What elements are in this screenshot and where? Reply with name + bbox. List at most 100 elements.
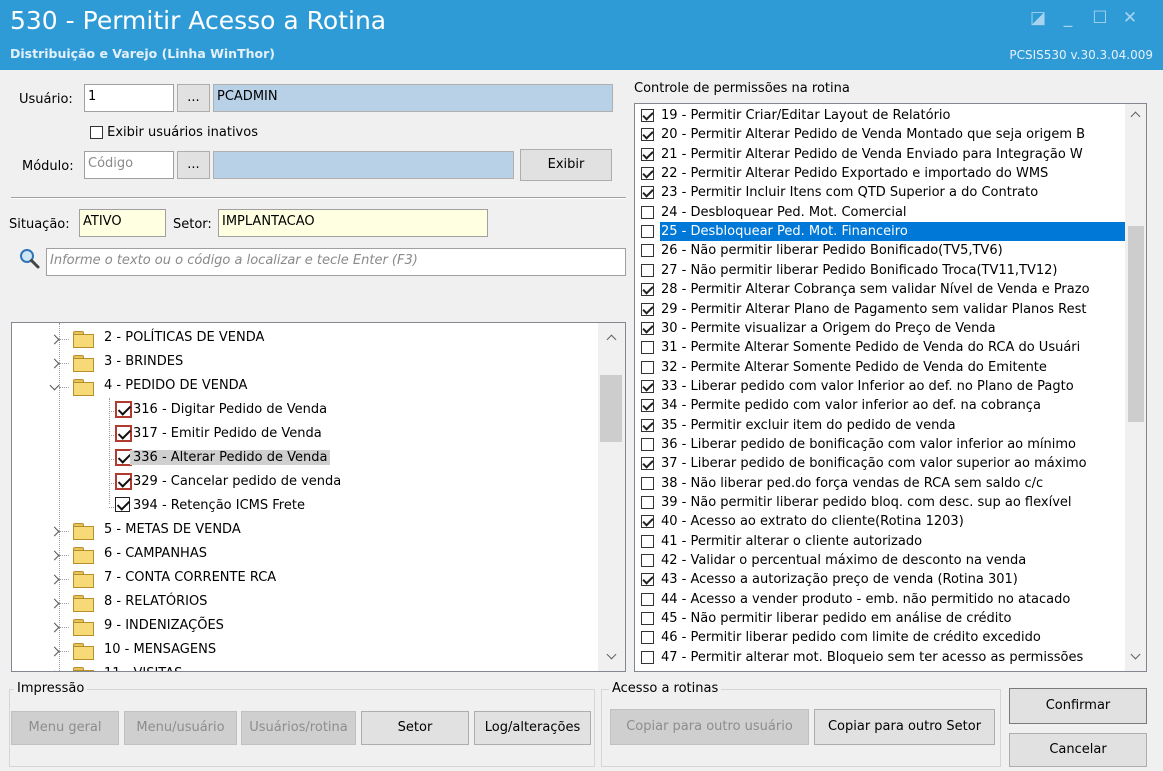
user-lookup-button[interactable]: ...	[177, 84, 210, 112]
chevron-down-icon[interactable]	[49, 382, 61, 394]
permission-checkbox[interactable]	[641, 496, 654, 509]
scroll-down-icon[interactable]	[603, 649, 620, 666]
permission-checkbox[interactable]	[641, 399, 654, 413]
permission-checkbox[interactable]	[641, 128, 654, 142]
tree-scrollbar[interactable]	[598, 323, 625, 671]
log-alteracoes-button[interactable]: Log/alterações	[474, 711, 591, 745]
permission-item[interactable]: 45 - Não permitir liberar pedido em anál…	[635, 609, 1125, 628]
permission-item[interactable]: 38 - Não liberar ped.do força vendas de …	[635, 474, 1125, 493]
tree-item[interactable]: 5 - METAS DE VENDA	[12, 519, 602, 543]
permission-item[interactable]: 44 - Acesso a vender produto - emb. não …	[635, 590, 1125, 609]
tree-item[interactable]: 336 - Alterar Pedido de Venda	[12, 447, 602, 471]
permission-item[interactable]: 22 - Permitir Alterar Pedido Exportado e…	[635, 164, 1125, 183]
permission-item[interactable]: 27 - Não permitir liberar Pedido Bonific…	[635, 261, 1125, 280]
show-module-button[interactable]: Exibir	[520, 149, 612, 181]
permission-checkbox[interactable]	[641, 515, 654, 529]
setor-button[interactable]: Setor	[361, 711, 469, 745]
tree-item[interactable]: 394 - Retenção ICMS Frete	[12, 495, 602, 519]
permission-item[interactable]: 43 - Acesso a autorização preço de venda…	[635, 570, 1125, 589]
checkbox-icon[interactable]	[115, 425, 132, 442]
user-code-input[interactable]: 1	[84, 84, 174, 112]
tree-item[interactable]: 316 - Digitar Pedido de Venda	[12, 399, 602, 423]
tree-item[interactable]: 2 - POLÍTICAS DE VENDA	[12, 327, 602, 351]
search-icon[interactable]	[19, 248, 41, 270]
scroll-thumb[interactable]	[1128, 226, 1144, 422]
show-inactive-toggle[interactable]: Exibir usuários inativos	[90, 125, 258, 140]
permission-checkbox[interactable]	[641, 379, 654, 393]
permission-checkbox[interactable]	[641, 263, 654, 277]
permission-item[interactable]: 35 - Permitir excluir item do pedido de …	[635, 416, 1125, 435]
copiar-usuario-button[interactable]: Copiar para outro usuário	[610, 709, 809, 745]
chevron-right-icon[interactable]	[49, 550, 61, 562]
tree-item[interactable]: 4 - PEDIDO DE VENDA	[12, 375, 602, 399]
permission-checkbox[interactable]	[641, 186, 654, 200]
checkbox-icon[interactable]	[115, 497, 130, 512]
permission-checkbox[interactable]	[641, 225, 654, 239]
permission-item[interactable]: 23 - Permitir Incluir Itens com QTD Supe…	[635, 183, 1125, 202]
permission-item[interactable]: 25 - Desbloquear Ped. Mot. Financeiro	[635, 222, 1125, 242]
permissions-scrollbar[interactable]	[1125, 104, 1146, 671]
checkbox-icon[interactable]	[115, 401, 132, 418]
permission-item[interactable]: 20 - Permitir Alterar Pedido de Venda Mo…	[635, 125, 1125, 144]
permission-item[interactable]: 39 - Não permitir liberar pedido bloq. c…	[635, 493, 1125, 512]
permission-checkbox[interactable]	[641, 205, 654, 219]
permission-checkbox[interactable]	[641, 341, 654, 355]
search-input[interactable]: Informe o texto ou o código a localizar …	[46, 248, 626, 276]
permission-checkbox[interactable]	[641, 302, 654, 316]
permission-checkbox[interactable]	[641, 360, 654, 374]
cancelar-button[interactable]: Cancelar	[1009, 733, 1147, 767]
permission-checkbox[interactable]	[641, 554, 654, 568]
permission-checkbox[interactable]	[641, 650, 654, 664]
permission-item[interactable]: 40 - Acesso ao extrato do cliente(Rotina…	[635, 512, 1125, 531]
permission-item[interactable]: 33 - Liberar pedido com valor Inferior a…	[635, 377, 1125, 396]
permission-item[interactable]: 41 - Permitir alterar o cliente autoriza…	[635, 532, 1125, 551]
permission-item[interactable]: 31 - Permite Alterar Somente Pedido de V…	[635, 338, 1125, 357]
permission-item[interactable]: 30 - Permite visualizar a Origem do Preç…	[635, 319, 1125, 338]
permission-checkbox[interactable]	[641, 418, 654, 432]
permission-item[interactable]: 32 - Permite Alterar Somente Pedido de V…	[635, 358, 1125, 377]
chevron-right-icon[interactable]	[49, 646, 61, 658]
permission-checkbox[interactable]	[641, 573, 654, 587]
tree-item[interactable]: 6 - CAMPANHAS	[12, 543, 602, 567]
permission-checkbox[interactable]	[641, 321, 654, 335]
scroll-down-icon[interactable]	[1127, 649, 1144, 666]
scroll-up-icon[interactable]	[603, 330, 620, 347]
confirmar-button[interactable]: Confirmar	[1009, 688, 1147, 724]
permission-checkbox[interactable]	[641, 612, 654, 626]
chevron-right-icon[interactable]	[49, 670, 61, 671]
chevron-right-icon[interactable]	[49, 574, 61, 586]
permission-item[interactable]: 24 - Desbloquear Ped. Mot. Comercial	[635, 203, 1125, 222]
permission-item[interactable]: 46 - Permitir liberar pedido com limite …	[635, 628, 1125, 647]
permission-item[interactable]: 47 - Permitir alterar mot. Bloqueio sem …	[635, 648, 1125, 667]
copiar-setor-button[interactable]: Copiar para outro Setor	[814, 709, 995, 745]
permission-checkbox[interactable]	[641, 476, 654, 490]
permission-item[interactable]: 21 - Permitir Alterar Pedido de Venda En…	[635, 145, 1125, 164]
permission-checkbox[interactable]	[641, 147, 654, 161]
tree-item[interactable]: 8 - RELATÓRIOS	[12, 591, 602, 615]
checkbox-icon[interactable]	[115, 473, 132, 490]
permission-checkbox[interactable]	[641, 437, 654, 451]
close-button[interactable]: ✕	[1117, 8, 1143, 28]
tree-item[interactable]: 9 - INDENIZAÇÕES	[12, 615, 602, 639]
tree-item[interactable]: 11 - VISITAS	[12, 663, 602, 671]
chevron-right-icon[interactable]	[49, 526, 61, 538]
chevron-right-icon[interactable]	[49, 334, 61, 346]
scroll-thumb[interactable]	[600, 375, 622, 442]
menu-usuario-button[interactable]: Menu/usuário	[124, 711, 237, 745]
permissions-list[interactable]: 19 - Permitir Criar/Editar Layout de Rel…	[634, 103, 1147, 672]
chevron-right-icon[interactable]	[49, 358, 61, 370]
chevron-right-icon[interactable]	[49, 622, 61, 634]
permission-checkbox[interactable]	[641, 109, 654, 122]
tree-item[interactable]: 7 - CONTA CORRENTE RCA	[12, 567, 602, 591]
permission-item[interactable]: 42 - Validar o percentual máximo de desc…	[635, 551, 1125, 570]
tree-item[interactable]: 10 - MENSAGENS	[12, 639, 602, 663]
module-code-input[interactable]: Código	[84, 151, 174, 179]
permission-item[interactable]: 26 - Não permitir liberar Pedido Bonific…	[635, 241, 1125, 260]
restore-icon[interactable]: ◪	[1025, 8, 1051, 28]
usuarios-rotina-button[interactable]: Usuários/rotina	[241, 711, 356, 745]
permission-item[interactable]: 36 - Liberar pedido de bonificação com v…	[635, 435, 1125, 454]
show-inactive-checkbox[interactable]	[90, 126, 103, 139]
menu-geral-button[interactable]: Menu geral	[11, 711, 119, 745]
permission-item[interactable]: 34 - Permite pedido com valor inferior a…	[635, 396, 1125, 415]
permission-checkbox[interactable]	[641, 592, 654, 606]
